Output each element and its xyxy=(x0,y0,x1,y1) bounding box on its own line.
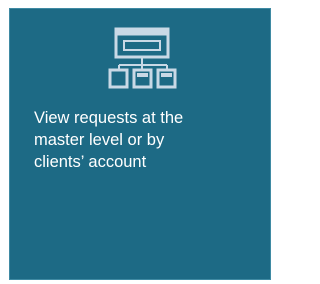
screenshot-frame: View requests at the master level or by … xyxy=(0,0,277,284)
tile-description-line-1: View requests at the xyxy=(34,109,184,127)
master-and-client-accounts-icon xyxy=(107,23,181,93)
tile-description: View requests at the master level or by … xyxy=(34,107,244,173)
tile-description-line-2: master level or by xyxy=(34,131,165,149)
tile-description-line-3: clients’ account xyxy=(34,153,147,171)
view-requests-tile[interactable]: View requests at the master level or by … xyxy=(9,8,271,280)
